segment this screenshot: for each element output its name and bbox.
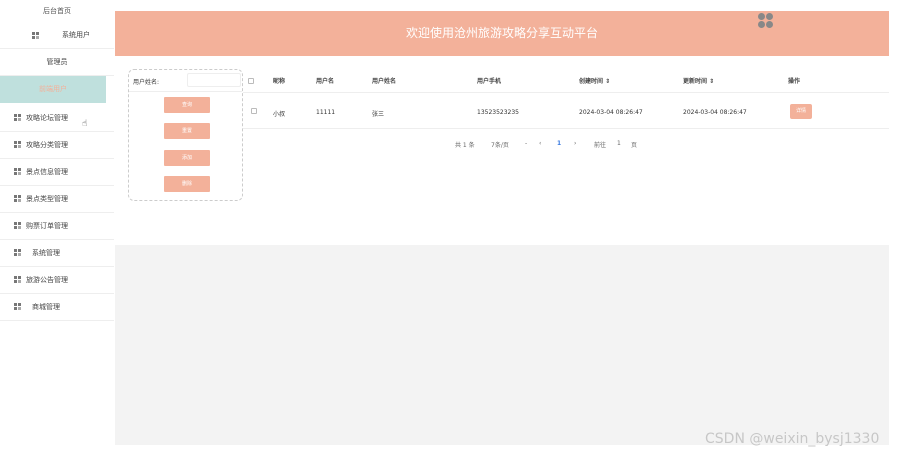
reset-button[interactable]: 重置 [164,123,210,139]
grid-icon [14,195,21,202]
sidebar-item-label: 景点信息管理 [26,168,68,176]
grid-icon [14,114,21,121]
goto-label: 前往 [594,142,607,149]
sidebar-item-attraction-info[interactable]: 景点信息管理 [0,159,114,186]
sidebar-item-guide-forum[interactable]: 攻略论坛管理 ☝ [0,105,114,132]
col-header-username: 用户名 [316,78,335,85]
sidebar: 后台首页 系统用户 管理员 前端用户 攻略论坛管理 ☝ 攻略分类管理 景点信息管… [0,0,114,455]
divider [243,128,889,129]
col-header-action: 操作 [788,78,801,85]
add-button[interactable]: 添加 [164,150,210,166]
sidebar-item-admin[interactable]: 管理员 [0,49,114,76]
cell-created: 2024-03-04 08:26:47 [579,109,643,116]
sidebar-item-guide-category[interactable]: 攻略分类管理 [0,132,114,159]
sidebar-item-label: 管理员 [46,58,68,66]
header-bar: 欢迎使用沧州旅游攻略分享互动平台 [115,11,889,56]
sidebar-item-label: 系统管理 [32,249,60,257]
detail-button[interactable]: 详情 [790,104,812,119]
row-checkbox[interactable] [251,108,257,114]
content-background [115,245,889,445]
sidebar-item-frontend-users[interactable]: 前端用户 [0,76,106,103]
divider [129,91,242,92]
sidebar-item-label: 前端用户 [39,85,67,93]
col-header-created[interactable]: 创建时间 ⇕ [579,76,610,85]
sidebar-item-label: 攻略分类管理 [26,141,68,149]
grid-icon [14,168,21,175]
cell-nickname: 小叔 [273,111,286,118]
grid-icon [14,303,21,310]
sidebar-item-announcements[interactable]: 旅游公告管理 [0,267,114,294]
delete-button[interactable]: 删除 [164,176,210,192]
current-page[interactable]: 1 [557,140,561,147]
grid-icon [14,249,21,256]
next-page-button[interactable]: › [574,140,576,147]
cell-updated: 2024-03-04 08:26:47 [683,109,747,116]
prev-page-button[interactable]: ‹ [539,140,541,147]
sidebar-item-label: 景点类型管理 [26,195,68,203]
search-button[interactable]: 查询 [164,97,210,113]
sidebar-item-label: 旅游公告管理 [26,276,68,284]
dash-separator: - [525,140,528,147]
grid-icon [14,141,21,148]
grid-icon [14,276,21,283]
avatar-icon[interactable] [758,13,773,28]
col-header-realname: 用户姓名 [372,78,397,85]
sidebar-item-label: 攻略论坛管理 [26,114,68,122]
page-size-select[interactable]: 7条/页 [491,140,509,149]
search-input[interactable] [187,73,241,87]
sidebar-item-ticket-orders[interactable]: 购票订单管理 [0,213,114,240]
cell-username: 11111 [316,109,336,116]
sidebar-item-system-users[interactable]: 系统用户 [0,22,114,49]
sidebar-item-attraction-type[interactable]: 景点类型管理 [0,186,114,213]
goto-page-input[interactable]: 1 [617,140,621,147]
divider [243,92,889,93]
cell-phone: 13523523235 [477,109,519,116]
col-header-phone: 用户手机 [477,78,502,85]
watermark: CSDN @weixin_bysj1330 [705,431,880,447]
sidebar-item-label: 系统用户 [62,31,90,39]
col-header-nickname: 昵称 [273,78,286,85]
select-all-checkbox[interactable] [248,78,254,84]
search-label: 用户姓名: [133,79,160,86]
page-unit-label: 页 [631,142,638,149]
col-header-updated[interactable]: 更新时间 ⇕ [683,76,714,85]
sidebar-title[interactable]: 后台首页 [0,0,114,22]
cell-realname: 张三 [372,111,385,118]
sidebar-item-label: 商城管理 [32,303,60,311]
sidebar-item-label: 购票订单管理 [26,222,68,230]
pagination-total: 共 1 条 [455,142,475,149]
sidebar-item-mall[interactable]: 商城管理 [0,294,114,321]
grid-icon [32,32,39,39]
grid-icon [14,222,21,229]
sidebar-item-system-manage[interactable]: 系统管理 [0,240,114,267]
search-panel: 用户姓名: 查询 重置 添加 删除 [128,69,243,201]
